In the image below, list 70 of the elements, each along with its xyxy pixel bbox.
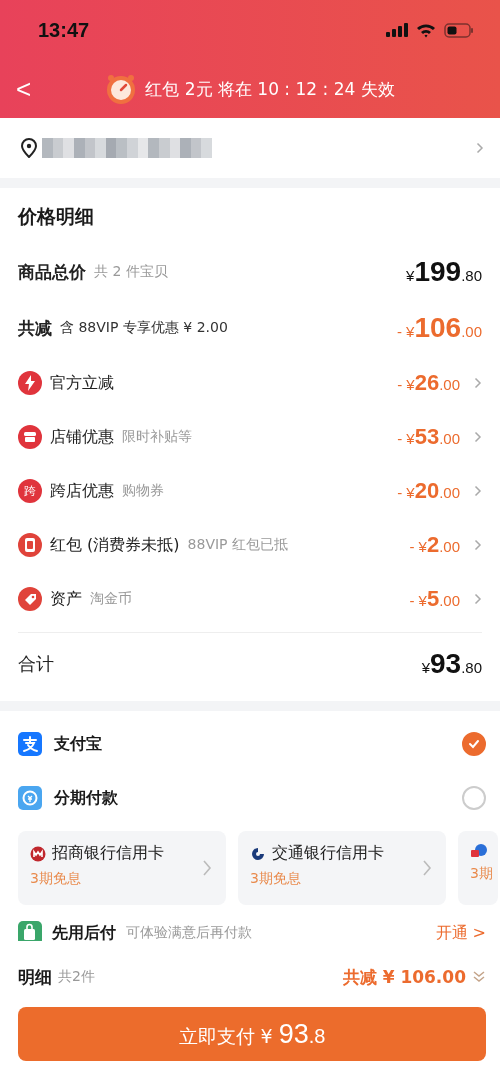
item-count: 共2件	[58, 968, 95, 986]
row-label: 共减	[18, 316, 52, 340]
radio-button[interactable]	[462, 732, 486, 756]
interest-free-offer: 3期	[470, 865, 494, 883]
checkmark-icon	[467, 737, 481, 751]
chevron-icon	[474, 431, 482, 443]
pay-later-note: 可体验满意后再付款	[126, 924, 252, 942]
bank-card-option[interactable]: 招商银行信用卡 3期免息	[18, 831, 226, 905]
tag-icon	[18, 587, 42, 611]
badge-icon: 跨	[18, 479, 42, 503]
bank-logo-icon	[250, 845, 266, 862]
row-label: 合计	[18, 652, 54, 676]
chevron-icon	[202, 859, 212, 877]
alarm-clock-icon	[105, 73, 138, 105]
bank-card-option[interactable]: 交通银行信用卡 3期免息	[238, 831, 446, 905]
chevron-icon	[474, 593, 482, 605]
bank-name: 招商银行信用卡	[52, 843, 164, 864]
chevron-icon	[474, 377, 482, 389]
wifi-icon	[416, 22, 436, 38]
pay-later-label: 先用后付	[52, 922, 116, 944]
bank-logo-icon	[30, 845, 46, 862]
row-note: 共 2 件宝贝	[94, 263, 168, 281]
row-label: 店铺优惠	[50, 426, 114, 448]
chevron-icon	[474, 539, 482, 551]
interest-free-offer: 3期免息	[30, 870, 82, 888]
installment-icon	[18, 786, 42, 810]
signal-icon	[386, 23, 408, 37]
price-amount: ¥93.80	[421, 648, 482, 680]
price-amount: - ¥5.00	[409, 586, 460, 612]
row-note: 淘金币	[90, 590, 132, 608]
price-amount: - ¥2.00	[409, 532, 460, 558]
countdown-title: 红包 2元 将在 10 : 12 : 24 失效	[145, 77, 395, 101]
row-label: 官方立减	[50, 372, 114, 394]
battery-icon	[444, 22, 474, 38]
chevron-icon	[474, 485, 482, 497]
row-label: 跨店优惠	[50, 480, 114, 502]
double-chevron-icon	[472, 970, 486, 984]
back-button[interactable]: <	[10, 72, 38, 107]
location-pin-icon	[20, 138, 38, 158]
bank-card-option[interactable]: 3期	[458, 831, 498, 905]
alipay-icon	[18, 732, 42, 756]
bank-name: 交通银行信用卡	[272, 843, 384, 864]
price-amount: - ¥106.00	[396, 312, 482, 344]
row-label: 红包 (消费券未抵)	[50, 534, 180, 556]
price-amount: - ¥26.00	[397, 370, 460, 396]
payment-method-label: 支付宝	[54, 733, 102, 755]
row-note: 含 88VIP 专享优惠 ¥ 2.00	[60, 319, 228, 337]
pay-now-button[interactable]: 立即支付 ¥ 93.8	[18, 1007, 486, 1061]
status-time: 13:47	[38, 18, 90, 42]
interest-free-offer: 3期免息	[250, 870, 302, 888]
row-label: 资产	[50, 588, 82, 610]
bank-logo-icon	[470, 843, 488, 859]
store-icon	[18, 425, 42, 449]
envelope-icon	[18, 533, 42, 557]
price-amount: - ¥53.00	[397, 424, 460, 450]
row-label: 商品总价	[18, 260, 86, 284]
chevron-icon	[476, 142, 484, 154]
row-note: 88VIP 红包已抵	[187, 536, 288, 554]
total-saving: 共减 ¥ 106.00	[342, 965, 466, 989]
chevron-icon	[422, 859, 432, 877]
section-title: 价格明细	[18, 204, 95, 229]
lightning-icon	[18, 371, 42, 395]
radio-button[interactable]	[462, 786, 486, 810]
price-amount: - ¥20.00	[397, 478, 460, 504]
row-note: 购物券	[122, 482, 164, 500]
payment-method-label: 分期付款	[54, 787, 118, 809]
activate-link[interactable]: 开通 >	[435, 922, 486, 944]
price-amount: ¥199.80	[406, 256, 482, 288]
row-note: 限时补贴等	[122, 428, 192, 446]
detail-label: 明细	[18, 965, 52, 989]
